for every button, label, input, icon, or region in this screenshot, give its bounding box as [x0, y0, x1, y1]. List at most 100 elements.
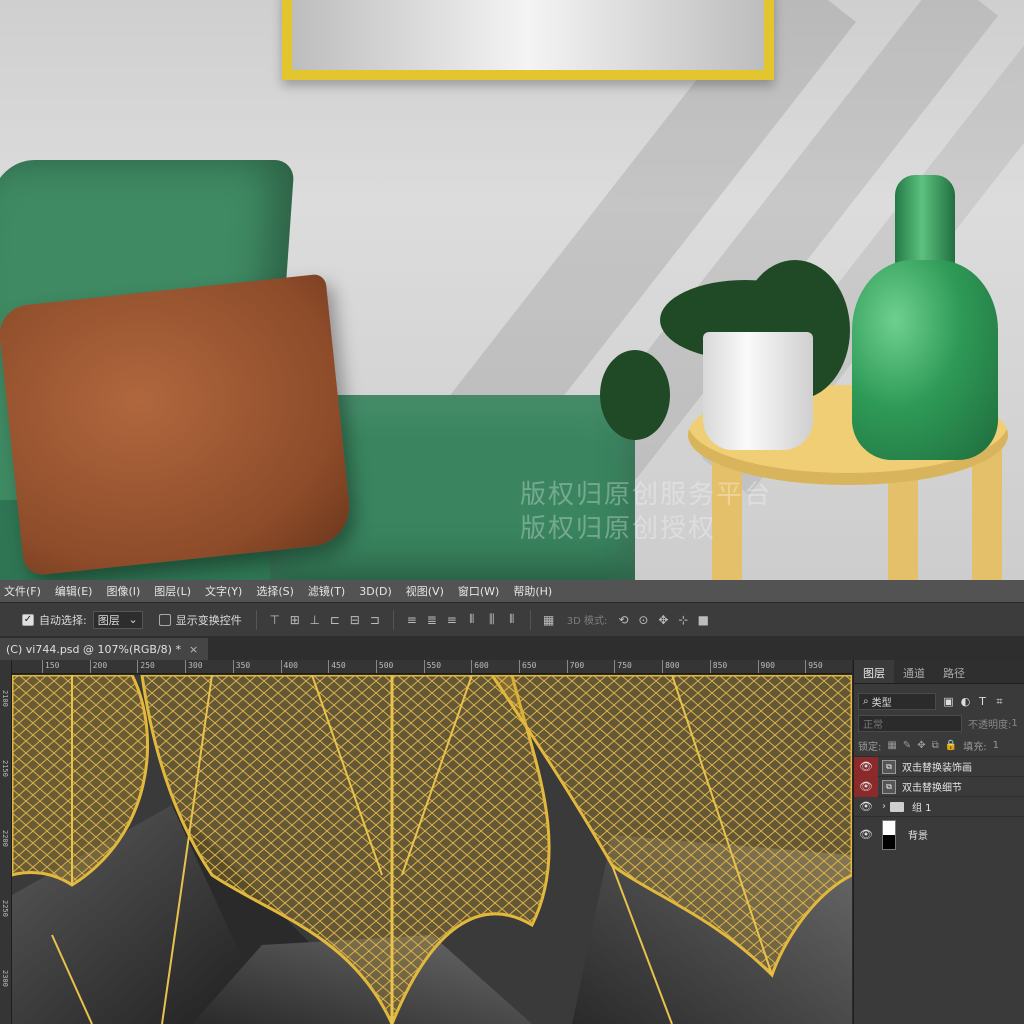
ruler-tick-label: 2200: [1, 830, 9, 847]
ruler-tick-label: 2100: [1, 690, 9, 707]
distribute-right-icon[interactable]: ⫴: [502, 612, 522, 627]
divider: [529, 609, 531, 630]
plant-leaves: [600, 350, 670, 440]
plant-pot: [703, 332, 813, 450]
slide-3d-icon[interactable]: ⊹: [673, 613, 693, 627]
align-hcenter-icon[interactable]: ⊟: [345, 613, 365, 627]
watermark-line: 版权归原创授权: [520, 514, 717, 544]
opacity-value[interactable]: 1: [1011, 718, 1017, 729]
ruler-tick: [89, 660, 91, 673]
ruler-tick-label: 950: [808, 661, 823, 670]
lock-artboard-icon[interactable]: ⧉: [932, 740, 939, 751]
auto-align-icon[interactable]: ▦: [539, 613, 559, 627]
align-left-icon[interactable]: ⊏: [325, 613, 345, 627]
menu-image[interactable]: 图像(I): [106, 583, 140, 599]
ruler-tick: [42, 660, 43, 673]
lock-label: 锁定:: [858, 741, 882, 753]
tab-channels[interactable]: 通道: [894, 660, 934, 683]
menu-help[interactable]: 帮助(H): [513, 583, 552, 599]
menu-edit[interactable]: 编辑(E): [55, 583, 93, 599]
lock-move-icon[interactable]: ✥: [917, 740, 925, 751]
ruler-tick-label: 750: [617, 661, 632, 670]
tab-layers[interactable]: 图层: [854, 660, 894, 683]
distribute-top-icon[interactable]: ≡: [402, 613, 422, 627]
distribute-bottom-icon[interactable]: ≡: [442, 613, 462, 627]
lock-all-icon[interactable]: 🔒: [945, 740, 957, 751]
menu-filter[interactable]: 滤镜(T): [308, 583, 345, 599]
filter-pixel-icon[interactable]: ▣: [942, 695, 955, 708]
menu-file[interactable]: 文件(F): [4, 583, 41, 599]
orbit-3d-icon[interactable]: ⟲: [613, 613, 633, 627]
auto-select-dropdown[interactable]: 图层 ⌄: [92, 610, 143, 629]
ruler-tick: [709, 660, 711, 673]
ruler-tick-label: 2300: [1, 970, 9, 987]
layers-panel: 图层 通道 路径 ⌕ 类型 ▣ ◐ T ⌗ 正常 不透明度: 1 锁定: ▦ ✎…: [853, 660, 1024, 1024]
fill-value[interactable]: 1: [993, 740, 999, 751]
ruler-tick-label: 600: [474, 661, 489, 670]
document-tab-bar: (C) vi744.psd @ 107%(RGB/8) * ×: [0, 636, 1024, 660]
align-vcenter-icon[interactable]: ⊞: [285, 613, 305, 627]
ruler-tick-label: 850: [712, 661, 728, 670]
ruler-tick-label: 400: [283, 661, 298, 670]
ruler-tick: [185, 660, 187, 673]
ruler-tick: [566, 660, 568, 673]
layer-filter-value: 类型: [871, 697, 892, 709]
distribute-left-icon[interactable]: ⫴: [462, 612, 482, 627]
chevron-right-icon[interactable]: ›: [882, 801, 886, 812]
menu-select[interactable]: 选择(S): [256, 583, 294, 599]
ruler-tick-label: 150: [45, 661, 60, 670]
filter-adjustment-icon[interactable]: ◐: [959, 695, 972, 708]
filter-type-icon[interactable]: T: [976, 695, 989, 708]
align-top-icon[interactable]: ⊤: [265, 613, 285, 627]
eye-icon[interactable]: 👁: [854, 817, 878, 853]
distribute-hcenter-icon[interactable]: ⫼: [482, 612, 502, 627]
vertical-ruler[interactable]: 2100 2150 2200 2250 2300: [0, 660, 12, 1024]
align-right-icon[interactable]: ⊐: [365, 613, 385, 627]
ruler-tick: [471, 660, 473, 673]
menu-view[interactable]: 视图(V): [406, 583, 444, 599]
ruler-tick-label: 500: [378, 661, 394, 670]
picture-frame: [282, 0, 774, 80]
smart-object-icon: ⧉: [882, 779, 896, 794]
blend-row: 正常 不透明度: 1: [854, 712, 1024, 734]
horizontal-ruler[interactable]: 150 200 250 300 350 400 450 500 550 600 650 700 750 8…: [12, 660, 852, 674]
canvas-preview-photo: 版权归原创服务平台 版权归原创授权: [0, 0, 1024, 580]
show-transform-checkbox[interactable]: [158, 613, 171, 626]
opacity-label: 不透明度:: [968, 719, 1012, 731]
menu-type[interactable]: 文字(Y): [205, 583, 242, 599]
layer-row[interactable]: 👁 ⧉ 双击替换装饰画: [854, 756, 1024, 777]
document-tab-title: (C) vi744.psd @ 107%(RGB/8) *: [6, 642, 181, 656]
document-tab[interactable]: (C) vi744.psd @ 107%(RGB/8) * ×: [0, 638, 209, 660]
layer-row[interactable]: 👁 › 组 1: [854, 796, 1024, 816]
watermark-text: 版权归原创服务平台 版权归原创授权: [520, 478, 772, 546]
distribute-vcenter-icon[interactable]: ≣: [422, 613, 442, 627]
scale-3d-icon[interactable]: ■: [693, 613, 713, 627]
menu-window[interactable]: 窗口(W): [458, 583, 499, 599]
lock-transparent-icon[interactable]: ▦: [887, 740, 896, 751]
document-canvas[interactable]: [12, 675, 852, 1024]
ruler-tick-label: 900: [760, 661, 775, 670]
tab-paths[interactable]: 路径: [934, 660, 974, 683]
menu-3d[interactable]: 3D(D): [359, 585, 392, 598]
eye-icon[interactable]: 👁: [854, 756, 878, 777]
layer-row[interactable]: 👁 ⧉ 双击替换细节: [854, 776, 1024, 797]
roll-3d-icon[interactable]: ⊙: [633, 613, 653, 627]
eye-icon[interactable]: 👁: [854, 776, 878, 797]
filter-shape-icon[interactable]: ⌗: [993, 695, 1006, 708]
menu-layer[interactable]: 图层(L): [154, 583, 191, 599]
ruler-tick-label: 800: [665, 661, 680, 670]
lock-paint-icon[interactable]: ✎: [903, 740, 911, 751]
drag-3d-icon[interactable]: ✥: [653, 613, 673, 627]
layer-filter-dropdown[interactable]: ⌕ 类型: [858, 692, 936, 710]
layer-row[interactable]: 👁 背景: [854, 816, 1024, 852]
blend-mode-dropdown[interactable]: 正常: [858, 714, 962, 732]
eye-icon[interactable]: 👁: [854, 797, 878, 817]
stool-leg: [972, 450, 1002, 580]
ruler-tick: [232, 660, 234, 673]
auto-select-checkbox[interactable]: ✓: [22, 613, 34, 626]
chevron-down-icon: ⌄: [128, 613, 138, 626]
align-bottom-icon[interactable]: ⊥: [305, 613, 325, 627]
ruler-tick: [805, 660, 807, 673]
close-icon[interactable]: ×: [189, 643, 198, 656]
ruler-tick: [662, 660, 664, 673]
